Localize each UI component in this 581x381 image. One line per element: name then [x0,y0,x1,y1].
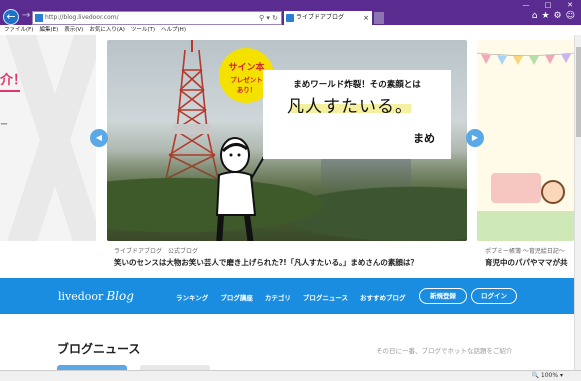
livedoor-blog-logo[interactable]: livedoor Blog [58,289,134,303]
main-caption-title[interactable]: 笑いのセンスは大物お笑い芸人で磨き上げられた?!「凡人すたいる。」まめさんの素顔… [114,257,418,268]
hero-title: 凡人すたいる。 [287,97,413,117]
address-controls[interactable]: ⚲ ▾ ↻ [259,12,278,24]
main-caption-source[interactable]: ライブドアブログ 公式ブログ [114,246,198,255]
tab-favicon-icon [286,14,294,22]
close-button[interactable]: ✕ [559,0,581,10]
page-content: 介！ ー サイン本 プレゼント あり！ まめワールド炸裂！その素顔とは 凡人すた… [0,35,574,370]
menu-help[interactable]: ヘルプ(H) [161,25,186,35]
maximize-button[interactable]: □ [537,0,559,10]
browser-window: ← → http://blog.livedoor.com/ ⚲ ▾ ↻ ライブド… [0,0,581,381]
section-title: ブログニュース [57,342,141,356]
carousel-prev-slide[interactable]: 介！ ー [0,35,96,241]
menu-edit[interactable]: 編集(E) [39,25,58,35]
home-icon[interactable]: ⌂ [532,11,538,21]
login-button[interactable]: ログイン [471,288,517,304]
vertical-scrollbar[interactable] [574,35,581,370]
menu-tools[interactable]: ツール(T) [131,25,155,35]
grass-image [477,211,574,241]
trees-image [107,151,467,241]
toy-train-image [491,173,541,203]
prev-slide-dash: ー [0,120,8,129]
carousel-prev-button[interactable]: ◀ [90,129,108,147]
smiley-icon[interactable]: ☺ [566,11,575,21]
site-navbar: livedoor Blog ランキング ブログ講座 カテゴリ ブログニュース おす… [0,278,574,314]
tab-livedoor-blog[interactable]: ライブドアブログ（livedoor Blo... × [284,11,372,35]
window-controls: — □ ✕ [515,0,581,10]
zoom-control[interactable]: 🔍 100% ▾ [532,372,563,379]
carousel-main-slide[interactable]: サイン本 プレゼント あり！ まめワールド炸裂！その素顔とは 凡人すたいる。 ま… [107,40,467,241]
hero-card: まめワールド炸裂！その素顔とは 凡人すたいる。 まめ [263,70,451,159]
status-bar: 🔍 100% ▾ [0,370,581,381]
logo-text: livedoor [58,290,104,303]
tab-close-icon[interactable]: × [363,11,369,25]
menu-bar: ファイル(F) 編集(E) 表示(V) お気に入り(A) ツール(T) ヘルプ(… [0,25,581,35]
nav-recommended[interactable]: おすすめブログ [360,292,406,302]
carousel-next-slide[interactable] [477,40,574,241]
browser-tools: ⌂ ★ ⚙ ☺ [532,11,575,21]
hero-subtitle: まめワールド炸裂！その素顔とは [293,80,421,90]
address-url[interactable]: http://blog.livedoor.com/ [45,14,119,21]
carousel-next-button[interactable]: ▶ [466,129,484,147]
logo-script: Blog [106,289,134,303]
next-caption-title[interactable]: 育児中のパパやママが共 [485,257,568,268]
prev-slide-text: 介！ [0,73,27,88]
next-caption-source[interactable]: ポプミー帳簿 ～育児絵日記～ [485,246,565,255]
hero-signature: まめ [413,132,435,145]
new-tab-button[interactable] [374,12,384,24]
child-image [541,180,565,204]
bunting-image [477,52,574,65]
menu-file[interactable]: ファイル(F) [4,25,33,35]
nav-blog-course[interactable]: ブログ講座 [220,292,253,302]
prev-slide-underline [0,90,20,92]
nav-category[interactable]: カテゴリ [265,292,291,302]
register-button[interactable]: 新規登録 [419,288,467,304]
section-note: その日に一番、ブログでホットな話題をご紹介 [376,347,513,355]
nav-ranking[interactable]: ランキング [176,292,208,302]
gear-icon[interactable]: ⚙ [554,11,562,21]
star-icon[interactable]: ★ [541,11,549,21]
address-bar[interactable]: http://blog.livedoor.com/ ⚲ ▾ ↻ [32,11,282,25]
menu-view[interactable]: 表示(V) [64,25,83,35]
back-button[interactable]: ← [3,9,19,25]
menu-favorites[interactable]: お気に入り(A) [89,25,125,35]
site-favicon-icon [35,14,43,22]
forward-button[interactable]: → [22,10,30,21]
nav-blog-news[interactable]: ブログニュース [303,292,348,302]
minimize-button[interactable]: — [515,0,537,10]
scrollbar-thumb[interactable] [576,47,581,137]
nav-links: ランキング ブログ講座 カテゴリ ブログニュース おすすめブログ [176,292,406,302]
